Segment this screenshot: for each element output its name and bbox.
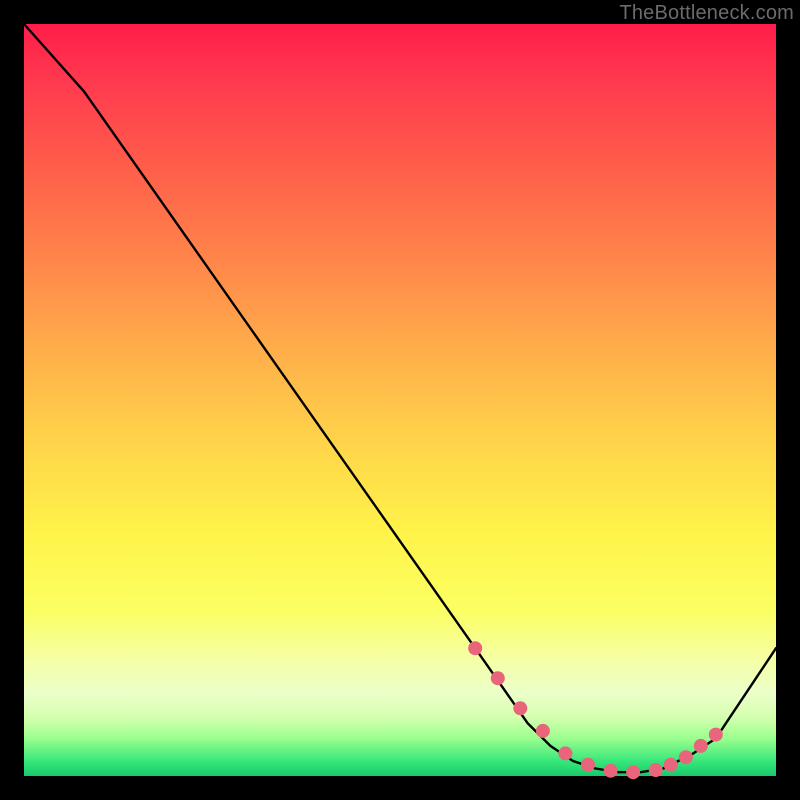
chart-svg <box>24 24 776 776</box>
curve-markers <box>468 641 723 779</box>
curve-marker <box>558 746 572 760</box>
curve-marker <box>626 765 640 779</box>
curve-marker <box>709 728 723 742</box>
bottleneck-curve <box>24 24 776 772</box>
curve-marker <box>694 739 708 753</box>
curve-marker <box>664 758 678 772</box>
curve-marker <box>536 724 550 738</box>
watermark-text: TheBottleneck.com <box>619 2 794 25</box>
curve-marker <box>491 671 505 685</box>
curve-marker <box>604 764 618 778</box>
plot-area <box>24 24 776 776</box>
curve-marker <box>649 763 663 777</box>
curve-marker <box>468 641 482 655</box>
curve-marker <box>679 750 693 764</box>
chart-stage: TheBottleneck.com <box>0 0 800 800</box>
curve-marker <box>513 701 527 715</box>
curve-marker <box>581 758 595 772</box>
